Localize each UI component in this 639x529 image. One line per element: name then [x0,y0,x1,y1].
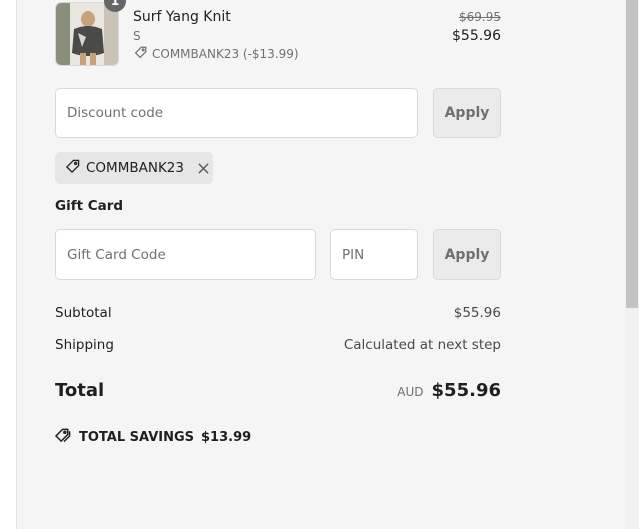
gift-card-heading: Gift Card [55,198,124,214]
product-name: Surf Yang Knit [133,9,231,25]
scrollbar-thumb[interactable] [626,0,638,308]
subtotal-label: Subtotal [55,305,112,321]
subtotal-value: $55.96 [453,305,501,321]
product-price: $55.96 [452,28,501,44]
total-amount: AUD $55.96 [397,380,501,401]
total-label: Total [55,380,105,401]
gift-card-apply-button[interactable]: Apply [433,229,501,280]
product-discount-text: COMMBANK23 (-$13.99) [152,47,299,61]
savings-label: TOTAL SAVINGS [79,430,195,445]
discount-code-input[interactable] [55,88,418,138]
tag-icon [134,46,147,62]
shipping-value: Calculated at next step [343,337,501,353]
product-variant: S [133,29,141,43]
product-thumbnail-wrap: 1 [55,0,126,66]
savings-value: $13.99 [201,430,252,445]
applied-code-label: COMMBANK23 [86,160,184,176]
tag-icon [65,159,80,178]
gift-card-code-input[interactable] [55,229,316,280]
gift-card-pin-input[interactable] [330,229,418,280]
product-discount: COMMBANK23 (-$13.99) [134,46,299,62]
original-price: $69.95 [459,10,501,24]
total-value: $55.96 [431,380,501,401]
applied-code-chip: COMMBANK23 [55,152,213,184]
discount-apply-button[interactable]: Apply [433,88,501,138]
shipping-label: Shipping [55,337,114,353]
currency-code: AUD [397,385,424,399]
savings-tag-icon [54,428,72,447]
total-savings: TOTAL SAVINGS $13.99 [54,428,252,447]
close-icon[interactable] [198,162,209,174]
product-image [55,2,119,66]
